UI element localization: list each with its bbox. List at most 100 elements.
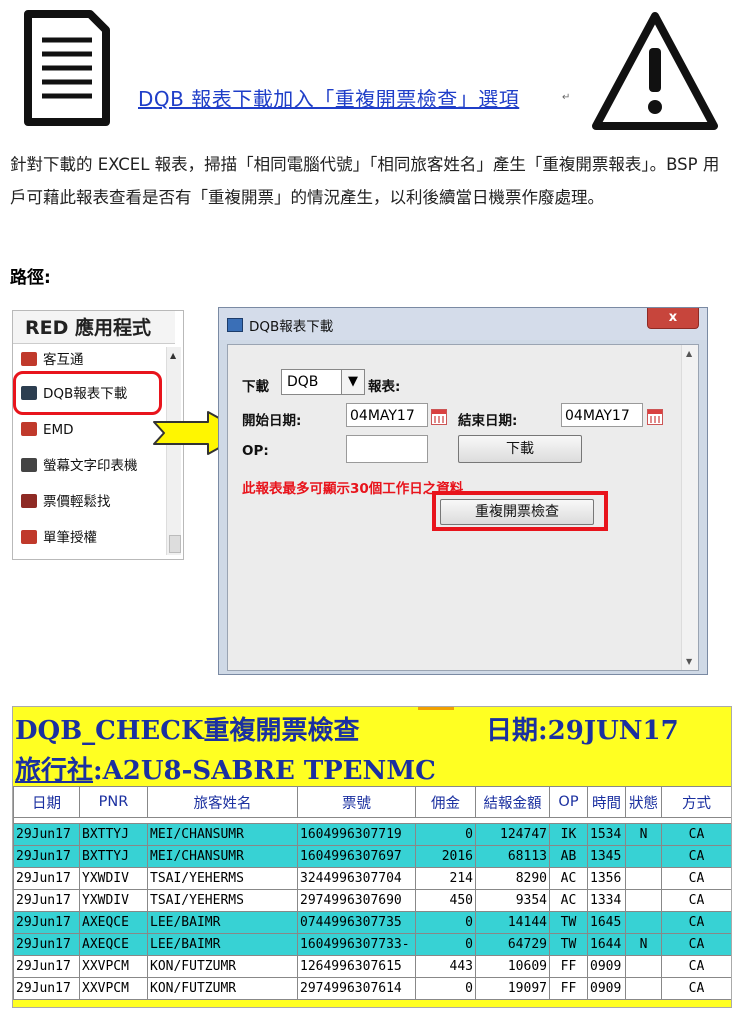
table-cell[interactable]: N (625, 823, 662, 846)
table-cell[interactable]: AC (549, 867, 588, 890)
table-cell[interactable]: AXEQCE (79, 933, 148, 956)
table-cell[interactable]: 29Jun17 (13, 977, 80, 1000)
op-input[interactable] (346, 435, 428, 463)
start-date-input[interactable]: 04MAY17 (346, 403, 428, 427)
table-cell[interactable]: CA (661, 933, 731, 956)
table-cell[interactable] (625, 955, 662, 978)
table-row[interactable]: 29Jun17 AXEQCE LEE/BAIMR 0744996307735 0 1414… (13, 911, 731, 934)
red-item-authorize[interactable]: 單筆授權 (21, 525, 97, 551)
table-cell[interactable]: YXWDIV (79, 867, 148, 890)
table-row[interactable]: 29Jun17 AXEQCE LEE/BAIMR 1604996307733- 0 647… (13, 933, 731, 956)
table-cell[interactable]: 1604996307733- (297, 933, 416, 956)
table-cell[interactable]: AC (549, 889, 588, 912)
table-row[interactable]: 29Jun17 YXWDIV TSAI/YEHERMS 3244996307704 21… (13, 867, 731, 890)
table-cell[interactable]: 19097 (475, 977, 550, 1000)
table-cell[interactable]: 2974996307690 (297, 889, 416, 912)
table-cell[interactable]: 1345 (587, 845, 626, 868)
table-cell[interactable]: 29Jun17 (13, 933, 80, 956)
table-cell[interactable]: 1644 (587, 933, 626, 956)
calendar-icon[interactable] (431, 409, 447, 425)
scroll-up-icon[interactable]: ▲ (686, 349, 692, 358)
table-cell[interactable]: TW (549, 911, 588, 934)
table-cell[interactable]: 9354 (475, 889, 550, 912)
table-cell[interactable] (625, 845, 662, 868)
chevron-down-icon[interactable]: ▼ (341, 370, 364, 394)
table-cell[interactable]: 0 (415, 933, 476, 956)
table-cell[interactable]: YXWDIV (79, 889, 148, 912)
table-cell[interactable]: 0744996307735 (297, 911, 416, 934)
table-row[interactable]: 29Jun17 YXWDIV TSAI/YEHERMS 2974996307690 45… (13, 889, 731, 912)
report-type-select[interactable]: DQB ▼ (281, 369, 365, 395)
table-cell[interactable]: FF (549, 955, 588, 978)
table-cell[interactable] (625, 889, 662, 912)
close-button[interactable]: x (647, 308, 699, 329)
table-cell[interactable]: XXVPCM (79, 977, 148, 1000)
table-cell[interactable]: AB (549, 845, 588, 868)
red-item-customer[interactable]: 客互通 (21, 347, 84, 373)
table-cell[interactable]: KON/FUTZUMR (147, 955, 298, 978)
table-row[interactable]: 29Jun17 XXVPCM KON/FUTZUMR 2974996307614 0 19… (13, 977, 731, 1000)
table-cell[interactable]: CA (661, 845, 731, 868)
table-cell[interactable]: 29Jun17 (13, 955, 80, 978)
table-row[interactable]: 29Jun17 XXVPCM KON/FUTZUMR 1264996307615 443… (13, 955, 731, 978)
table-cell[interactable] (625, 977, 662, 1000)
table-cell[interactable]: MEI/CHANSUMR (147, 823, 298, 846)
table-cell[interactable]: 29Jun17 (13, 867, 80, 890)
scroll-up-icon[interactable]: ▲ (170, 351, 176, 360)
table-cell[interactable]: KON/FUTZUMR (147, 977, 298, 1000)
table-cell[interactable]: BXTTYJ (79, 823, 148, 846)
table-cell[interactable]: 3244996307704 (297, 867, 416, 890)
table-cell[interactable]: 2974996307614 (297, 977, 416, 1000)
table-cell[interactable]: 2016 (415, 845, 476, 868)
table-cell[interactable]: 0 (415, 823, 476, 846)
table-cell[interactable]: CA (661, 867, 731, 890)
table-cell[interactable]: 29Jun17 (13, 845, 80, 868)
table-cell[interactable]: 1645 (587, 911, 626, 934)
red-item-emd[interactable]: EMD (21, 417, 74, 443)
table-cell[interactable]: 1534 (587, 823, 626, 846)
table-cell[interactable]: CA (661, 955, 731, 978)
table-cell[interactable]: 124747 (475, 823, 550, 846)
table-cell[interactable]: TSAI/YEHERMS (147, 889, 298, 912)
table-cell[interactable]: XXVPCM (79, 955, 148, 978)
scroll-down-icon[interactable]: ▼ (686, 657, 692, 666)
table-cell[interactable]: 14144 (475, 911, 550, 934)
table-cell[interactable] (625, 911, 662, 934)
table-cell[interactable]: 64729 (475, 933, 550, 956)
table-cell[interactable]: 29Jun17 (13, 823, 80, 846)
table-cell[interactable]: AXEQCE (79, 911, 148, 934)
scroll-thumb[interactable] (169, 535, 181, 553)
table-cell[interactable]: 1604996307697 (297, 845, 416, 868)
table-cell[interactable]: LEE/BAIMR (147, 933, 298, 956)
table-cell[interactable]: 0909 (587, 977, 626, 1000)
calendar-icon[interactable] (647, 409, 663, 425)
table-cell[interactable]: BXTTYJ (79, 845, 148, 868)
table-cell[interactable]: 0 (415, 911, 476, 934)
table-cell[interactable]: 443 (415, 955, 476, 978)
table-cell[interactable]: N (625, 933, 662, 956)
download-button[interactable]: 下載 (458, 435, 582, 463)
table-cell[interactable]: MEI/CHANSUMR (147, 845, 298, 868)
table-cell[interactable]: CA (661, 977, 731, 1000)
table-cell[interactable]: 1334 (587, 889, 626, 912)
table-cell[interactable]: FF (549, 977, 588, 1000)
page-title-link[interactable]: DQB 報表下載加入「重複開票檢查」選項 (138, 83, 519, 112)
table-cell[interactable]: TSAI/YEHERMS (147, 867, 298, 890)
dialog-scrollbar[interactable]: ▲ ▼ (681, 345, 698, 670)
table-cell[interactable]: CA (661, 911, 731, 934)
table-cell[interactable]: 8290 (475, 867, 550, 890)
table-cell[interactable]: 68113 (475, 845, 550, 868)
red-item-fare-search[interactable]: 票價輕鬆找 (21, 489, 111, 515)
dialog-titlebar[interactable]: DQB報表下載 x (219, 308, 707, 340)
table-cell[interactable]: CA (661, 889, 731, 912)
red-item-screen-printer[interactable]: 螢幕文字印表機 (21, 453, 138, 479)
table-cell[interactable]: 10609 (475, 955, 550, 978)
table-cell[interactable] (625, 867, 662, 890)
table-row[interactable]: 29Jun17 BXTTYJ MEI/CHANSUMR 1604996307719 0 1… (13, 823, 731, 846)
table-cell[interactable]: 29Jun17 (13, 911, 80, 934)
table-cell[interactable]: LEE/BAIMR (147, 911, 298, 934)
table-cell[interactable]: 450 (415, 889, 476, 912)
table-row[interactable]: 29Jun17 BXTTYJ MEI/CHANSUMR 1604996307697 20… (13, 845, 731, 868)
table-cell[interactable]: 1264996307615 (297, 955, 416, 978)
table-cell[interactable]: 29Jun17 (13, 889, 80, 912)
